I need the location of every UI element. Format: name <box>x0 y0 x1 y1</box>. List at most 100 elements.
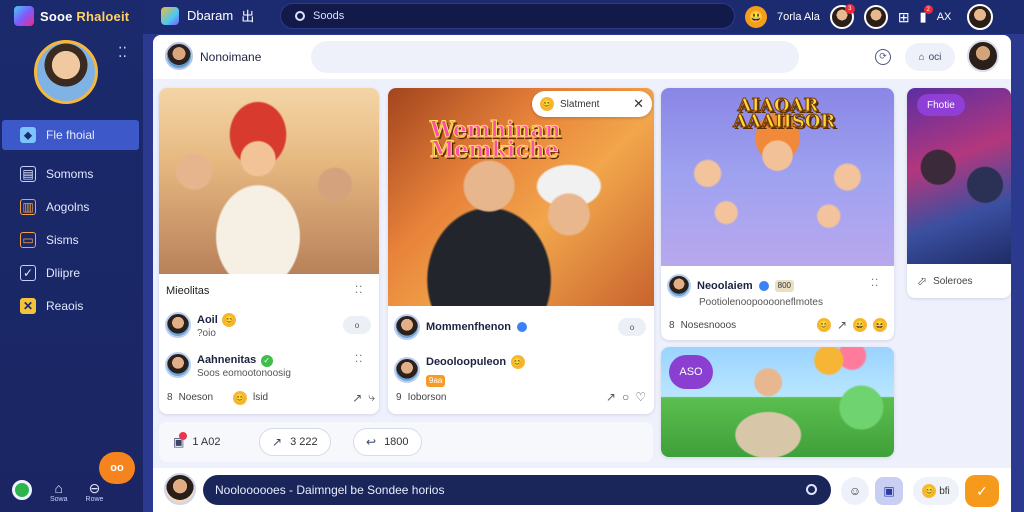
reaction-emoji-icon[interactable]: 😊 <box>233 390 248 405</box>
reply-button[interactable]: o <box>618 318 646 336</box>
sidebar-item-label: Dliipre <box>46 266 81 280</box>
home-button[interactable]: ⌂ Sowa <box>50 480 68 503</box>
gif-button[interactable]: 😊 bfi <box>913 477 959 505</box>
header-pill[interactable]: ⌂ oci <box>905 43 955 71</box>
app-logo-icon <box>161 6 179 25</box>
search-bar[interactable]: Soods <box>280 3 735 29</box>
comment-icon[interactable]: ○ <box>622 390 629 404</box>
friend-avatar[interactable] <box>863 5 888 29</box>
search-icon[interactable] <box>806 484 817 495</box>
verified-icon <box>516 322 527 332</box>
share-count-button[interactable]: ↗ 3 222 <box>259 428 331 456</box>
sidebar-item-1[interactable]: ▤ Somoms <box>0 158 143 190</box>
share-icon[interactable]: ↗ <box>352 391 362 405</box>
top-right-controls: 😃 7orla Ala 3 ⊞ ▮ 2 AX <box>745 4 994 30</box>
post-card-2[interactable]: Wemhinan Memkiche 😊 Slatment ✕ Mommenfhen… <box>388 88 654 414</box>
sidebar-item-4[interactable]: ✓ Dliipre <box>0 257 143 289</box>
reaction-emoji-icon[interactable]: 😄 <box>853 318 867 332</box>
composer-input[interactable]: Nooloooooes - Daimngel be Sondee horios <box>203 475 831 505</box>
check-icon: ✓ <box>20 265 36 281</box>
emoji-icon: ☺ <box>848 484 862 498</box>
status-dot-icon <box>12 480 32 500</box>
gamepad-button[interactable]: ⊖ Rowe <box>86 480 104 503</box>
sidebar-item-2[interactable]: ▥ Aogolns <box>0 191 143 223</box>
sidebar-item-label: Sisms <box>46 233 79 247</box>
card-label: Soleroes <box>933 275 973 287</box>
user-tag[interactable]: AX <box>937 11 952 23</box>
dots-icon[interactable]: ⁚⁚ <box>118 44 127 61</box>
profile-avatar[interactable] <box>34 40 98 104</box>
heart-icon[interactable]: ♡ <box>635 390 646 404</box>
settings-icon[interactable]: ⟳ <box>875 49 891 65</box>
tag-icon: ⬥ <box>20 127 36 143</box>
chart-icon: ▥ <box>20 199 36 215</box>
composer-avatar[interactable] <box>164 473 196 505</box>
category-tag[interactable]: ASO <box>669 355 713 389</box>
status-toggle[interactable] <box>12 480 32 503</box>
status-pill[interactable]: 😊 Slatment ✕ <box>532 91 652 117</box>
folder-icon: ▭ <box>20 232 36 248</box>
gamepad-label: Rowe <box>85 496 104 503</box>
forward-icon[interactable]: ⤷ <box>368 390 375 405</box>
sidebar-item-label: Fle fhoial <box>46 128 95 142</box>
panel-header: Nonoimane ⟳ ⌂ oci <box>153 35 1011 79</box>
category-tag-label: Fhotie <box>927 99 955 111</box>
send-button[interactable]: ✓ <box>965 475 999 507</box>
category-tag[interactable]: Fhotie <box>917 94 965 116</box>
quick-action-button[interactable]: oo <box>99 452 135 484</box>
footer-count: 8 <box>167 392 173 403</box>
sidebar-item-5[interactable]: ✕ Reaois <box>0 290 143 322</box>
coin-icon[interactable]: 😃 <box>745 6 767 28</box>
post-card-3[interactable]: AIAOAR AAAIISOR Neoolaiem 800 ⁚⁚ Pootiole… <box>661 88 894 340</box>
reaction-emoji-icon[interactable]: 😊 <box>816 318 831 332</box>
status-pill-text: Slatment <box>560 98 600 110</box>
image-title-line2: AAAIISOR <box>732 111 836 132</box>
alert-icon[interactable]: ▮ 2 <box>920 5 933 25</box>
action-label: 1 A02 <box>192 436 221 448</box>
clipboard-button[interactable]: ▣ 1 A02 <box>161 428 232 456</box>
post-image-1[interactable] <box>159 88 379 274</box>
sidebar-item-0[interactable]: ⬥ Fle fhoial <box>2 120 139 150</box>
image-title-line2: Memkiche <box>430 137 560 163</box>
grid-icon[interactable]: ⊞ <box>898 9 910 26</box>
more-icon[interactable]: ⁚⁚ <box>871 278 879 289</box>
reply-button[interactable]: o <box>343 316 371 334</box>
user-avatar[interactable] <box>967 4 994 30</box>
mic-icon: ⌂ <box>918 51 925 63</box>
close-icon[interactable]: ✕ <box>633 96 644 112</box>
comment-row[interactable]: Aahnenitas ✓ Soos eomootonoosig <box>165 350 291 379</box>
send-icon: ✓ <box>976 482 988 499</box>
comment-row[interactable]: Deooloopuleon 😊 9aa <box>394 352 525 388</box>
reply-count-button[interactable]: ↩ 1800 <box>353 428 422 456</box>
post-input[interactable] <box>311 41 799 73</box>
comment-row[interactable]: Aoil 😊 ?oio <box>165 310 237 339</box>
more-icon[interactable]: ⁚⁚ <box>355 354 363 365</box>
card-section-title: Mieolitas <box>166 285 210 297</box>
smile-emoji-icon: 😊 <box>510 355 525 369</box>
more-icon[interactable]: ⁚⁚ <box>355 285 363 296</box>
comment-row[interactable]: Mommenfhenon <box>394 314 527 340</box>
notification-avatar[interactable]: 3 <box>829 4 855 29</box>
sidebar: Sooe Rhaloeit ⁚⁚ ⬥ Fle fhoial ▤ Somoms ▥… <box>0 0 143 512</box>
share-icon[interactable]: ⬀ <box>917 274 927 288</box>
emoji-button[interactable]: ☺ <box>841 477 869 505</box>
header-avatar-right[interactable] <box>967 40 999 72</box>
sidebar-item-3[interactable]: ▭ Sisms <box>0 224 143 256</box>
brand[interactable]: Sooe Rhaloeit <box>14 6 129 26</box>
share-icon[interactable]: ↗ <box>837 318 847 332</box>
post-author-row[interactable]: Neoolaiem 800 <box>667 274 794 298</box>
reaction-emoji-icon[interactable]: 😆 <box>873 318 887 332</box>
image-icon: ▣ <box>883 484 895 498</box>
home-icon: ⌂ <box>54 480 63 496</box>
share-icon[interactable]: ↗ <box>606 390 616 404</box>
verified-icon: ✓ <box>260 355 273 367</box>
brand-logo-icon <box>14 6 34 26</box>
post-card-4[interactable]: Fhotie ⬀ Soleroes <box>907 88 1011 298</box>
post-card-1[interactable]: Mieolitas ⁚⁚ Aoil 😊 ?oio o Aahnenitas ✓ … <box>159 88 379 414</box>
post-author: Neoolaiem <box>697 280 753 292</box>
post-card-5[interactable]: ASO <box>661 347 894 457</box>
header-name: Nonoimane <box>200 50 262 64</box>
image-button[interactable]: ▣ <box>875 477 903 505</box>
app-title-text: Dbaram <box>187 8 234 23</box>
header-avatar[interactable] <box>165 42 193 70</box>
